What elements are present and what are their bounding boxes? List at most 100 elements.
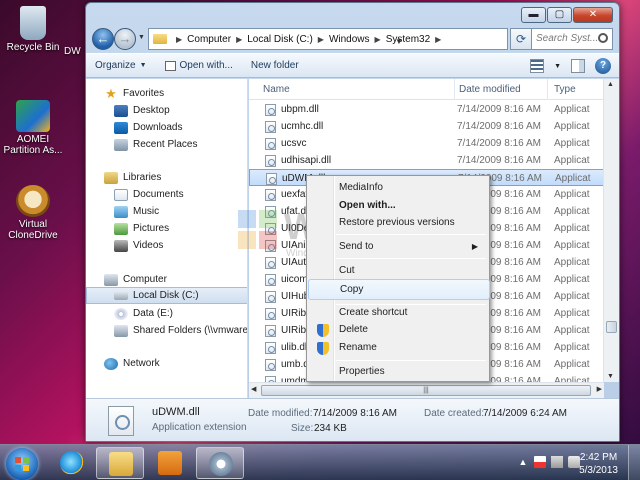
help-icon[interactable]: ?	[595, 58, 611, 74]
menu-item-open-with[interactable]: Open with...	[310, 197, 486, 215]
internet-explorer-icon	[60, 451, 84, 475]
recent-pages-dropdown-icon[interactable]: ▼	[138, 34, 145, 41]
sidebar-item-network[interactable]: Network	[104, 355, 160, 372]
menu-item-copy[interactable]: Copy	[308, 279, 490, 300]
vertical-scroll-thumb[interactable]	[606, 321, 617, 333]
network-status-icon[interactable]	[551, 456, 563, 468]
dll-file-icon	[265, 155, 276, 167]
recycle-bin-icon[interactable]: Recycle Bin	[0, 6, 66, 53]
sidebar-item-music[interactable]: Music	[114, 203, 159, 220]
sidebar-item-label: Data (E:)	[133, 308, 174, 319]
menu-item-restore-previous-versions[interactable]: Restore previous versions	[310, 214, 486, 232]
breadcrumb-separator-icon[interactable]: ▶	[435, 35, 441, 44]
menu-item-delete[interactable]: Delete	[310, 321, 486, 339]
computer-header[interactable]: Computer	[104, 271, 167, 288]
file-row[interactable]: ucsvc 7/14/2009 8:16 AM Applicat	[249, 135, 604, 152]
clock-time: 2:42 PM	[579, 452, 618, 463]
sidebar-item-shared-folders[interactable]: Shared Folders (\\vmware-h	[114, 322, 247, 339]
scroll-left-icon[interactable]: ◀	[251, 385, 256, 393]
breadcrumb-separator-icon[interactable]: ▶	[176, 35, 182, 44]
view-options-chevron-icon[interactable]: ▼	[554, 63, 561, 70]
action-center-flag-icon[interactable]	[534, 456, 546, 468]
preview-pane-icon[interactable]	[571, 59, 585, 73]
back-button[interactable]: ←	[92, 28, 114, 50]
organize-button[interactable]: Organize ▼	[86, 60, 156, 71]
show-hidden-icons-icon[interactable]: ▲	[517, 456, 529, 468]
column-divider[interactable]	[454, 79, 455, 100]
details-size-value: 234 KB	[314, 423, 347, 434]
details-date-created-value: 7/14/2009 6:24 AM	[483, 408, 567, 419]
column-header-type[interactable]: Type	[554, 84, 576, 95]
close-button[interactable]: ✕	[573, 7, 613, 23]
open-with-button[interactable]: Open with...	[156, 60, 242, 71]
breadcrumb-windows[interactable]: Windows	[329, 34, 370, 45]
address-dropdown-icon[interactable]: ▼	[391, 32, 407, 52]
scroll-up-icon[interactable]: ▲	[607, 81, 614, 88]
breadcrumb-local-disk[interactable]: Local Disk (C:)	[247, 34, 313, 45]
sidebar-item-documents[interactable]: Documents	[114, 186, 184, 203]
menu-item-mediainfo[interactable]: MediaInfo	[310, 179, 486, 197]
sidebar-item-videos[interactable]: Videos	[114, 237, 163, 254]
uac-shield-icon	[317, 324, 329, 337]
taskbar-internet-explorer[interactable]	[48, 447, 96, 479]
menu-item-create-shortcut[interactable]: Create shortcut	[310, 304, 486, 322]
menu-item-send-to[interactable]: Send to ▶	[310, 238, 486, 256]
open-with-icon	[164, 60, 176, 71]
search-input[interactable]: Search Syst...	[531, 28, 613, 50]
minimize-button[interactable]: ▬	[521, 7, 546, 23]
breadcrumb-separator-icon[interactable]: ▶	[236, 35, 242, 44]
computer-label: Computer	[123, 274, 167, 285]
breadcrumb-separator-icon[interactable]: ▶	[375, 35, 381, 44]
sidebar-item-desktop[interactable]: Desktop	[114, 102, 170, 119]
maximize-button[interactable]: ▢	[547, 7, 572, 23]
sidebar-item-pictures[interactable]: Pictures	[114, 220, 169, 237]
column-divider[interactable]	[547, 79, 548, 100]
aomei-partition-icon[interactable]: AOMEI Partition As...	[0, 100, 66, 156]
menu-item-rename[interactable]: Rename	[310, 339, 486, 357]
column-header-name[interactable]: Name	[263, 84, 290, 95]
clonedrive-label: Virtual CloneDrive	[8, 219, 58, 241]
address-bar[interactable]: ▶ Computer ▶ Local Disk (C:) ▶ Windows ▶…	[148, 28, 508, 50]
breadcrumb-computer[interactable]: Computer	[187, 34, 231, 45]
search-placeholder: Search Syst...	[536, 33, 599, 44]
menu-item-cut[interactable]: Cut	[310, 262, 486, 280]
taskbar-settings-app[interactable]	[196, 447, 244, 479]
horizontal-scrollbar[interactable]: ◀ ||| ▶	[249, 382, 604, 398]
virtual-clonedrive-icon[interactable]: Virtual CloneDrive	[0, 185, 66, 241]
libraries-header[interactable]: Libraries	[104, 169, 161, 186]
file-row[interactable]: ucmhc.dll 7/14/2009 8:16 AM Applicat	[249, 118, 604, 135]
dll-file-icon	[265, 206, 276, 218]
media-player-icon	[158, 451, 182, 475]
sidebar-item-label: Music	[133, 206, 160, 217]
vertical-scrollbar[interactable]: ▲ ▼	[603, 79, 619, 382]
breadcrumb-separator-icon[interactable]: ▶	[318, 35, 324, 44]
favorites-header[interactable]: ★ Favorites	[104, 85, 164, 102]
file-type: Applicat	[554, 223, 590, 234]
scroll-right-icon[interactable]: ▶	[597, 385, 602, 393]
taskbar-windows-explorer[interactable]	[96, 447, 144, 479]
sidebar-item-downloads[interactable]: Downloads	[114, 119, 182, 136]
clock[interactable]: 2:42 PM 5/3/2013	[579, 451, 618, 477]
taskbar-media-player[interactable]	[146, 447, 194, 479]
change-view-icon[interactable]	[530, 59, 545, 73]
sidebar-item-recent-places[interactable]: Recent Places	[114, 136, 197, 153]
file-row[interactable]: ubpm.dll 7/14/2009 8:16 AM Applicat	[249, 101, 604, 118]
sidebar-item-label: Recent Places	[133, 139, 198, 150]
sidebar-item-data-e[interactable]: Data (E:)	[114, 305, 173, 322]
context-menu: MediaInfo Open with... Restore previous …	[306, 175, 490, 382]
horizontal-scroll-thumb[interactable]: |||	[261, 385, 591, 396]
column-header-date-modified[interactable]: Date modified	[459, 84, 521, 95]
file-row[interactable]: udhisapi.dll 7/14/2009 8:16 AM Applicat	[249, 152, 604, 169]
show-desktop-button[interactable]	[628, 445, 640, 480]
refresh-button[interactable]: ⟳	[510, 28, 532, 50]
menu-item-properties[interactable]: Properties	[310, 363, 486, 381]
forward-button[interactable]: →	[114, 28, 136, 50]
new-folder-button[interactable]: New folder	[242, 60, 308, 71]
dll-file-icon	[265, 223, 276, 235]
pictures-icon	[114, 222, 128, 235]
sidebar-item-local-disk-c[interactable]: Local Disk (C:)	[86, 287, 247, 304]
start-button[interactable]	[6, 448, 38, 480]
scroll-down-icon[interactable]: ▼	[607, 373, 614, 380]
dll-file-icon	[265, 325, 276, 337]
search-icon	[598, 33, 608, 43]
